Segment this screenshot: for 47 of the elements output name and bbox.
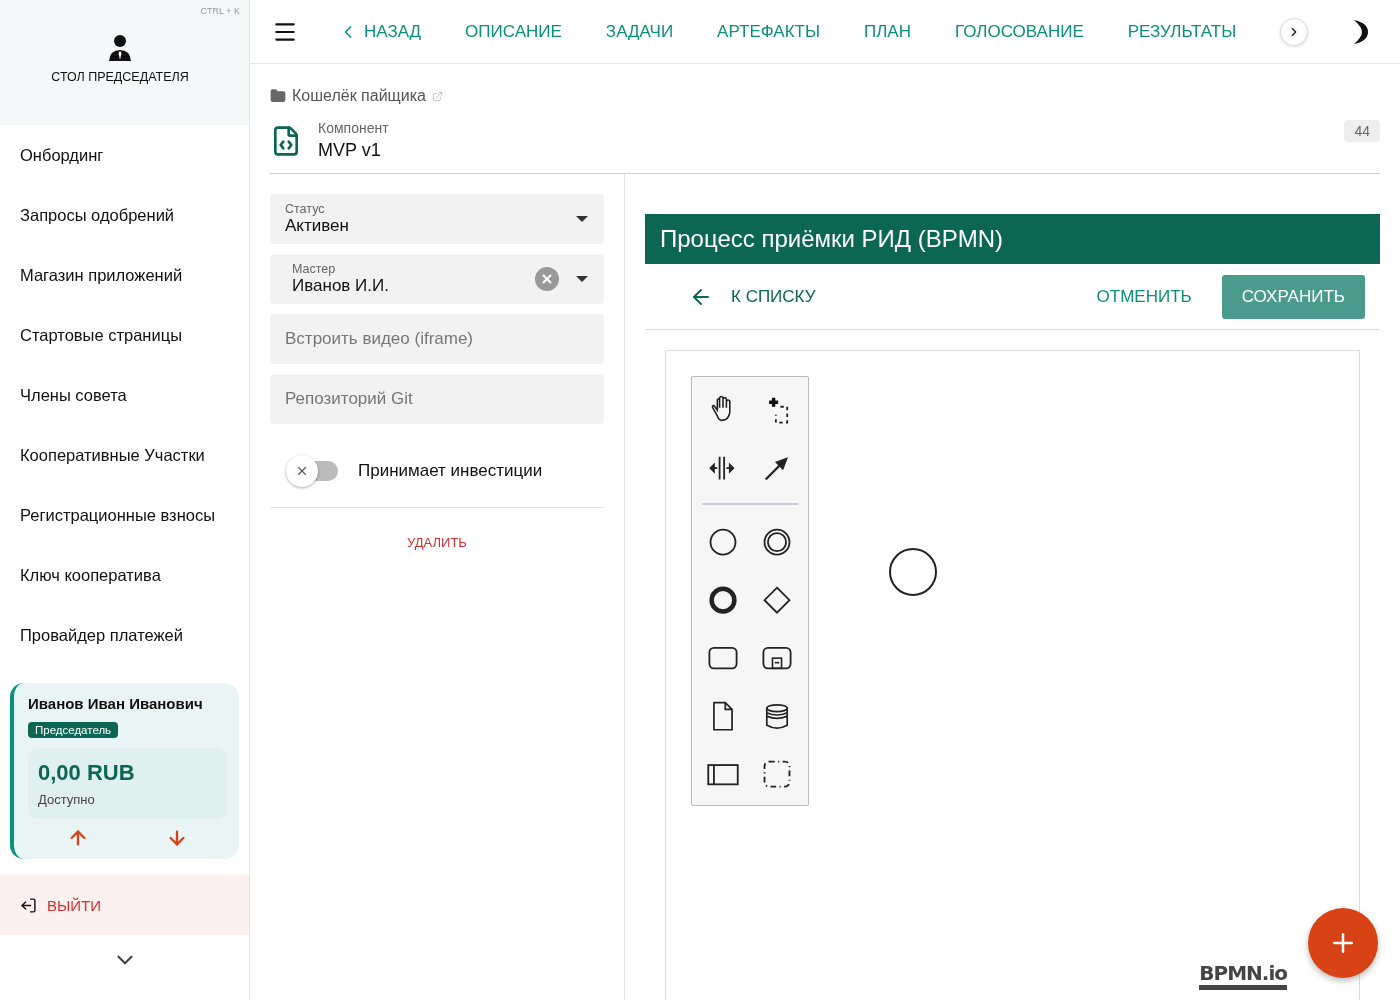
nav-item[interactable]: Онбординг [0, 125, 249, 185]
nav-item[interactable]: Регистрационные взносы [0, 485, 249, 545]
back-tab[interactable]: НАЗАД [316, 21, 444, 42]
count-badge: 44 [1344, 120, 1380, 142]
clear-icon[interactable] [535, 267, 559, 291]
logout-button[interactable]: ВЫЙТИ [0, 875, 249, 935]
shortcut-hint: CTRL + K [200, 6, 240, 16]
folder-icon [270, 88, 286, 104]
nav-item[interactable]: Кооперативные Участки [0, 425, 249, 485]
user-name: Иванов Иван Иванович [28, 695, 204, 712]
nav-item[interactable]: Стартовые страницы [0, 305, 249, 365]
toggle-switch[interactable] [286, 454, 340, 487]
nav-tab[interactable]: ГОЛОСОВАНИЕ [933, 21, 1106, 42]
toggle-label: Принимает инвестиции [358, 460, 543, 481]
nav-tab[interactable]: АРТЕФАКТЫ [695, 21, 842, 42]
nav-tab[interactable]: РЕЗУЛЬТАТЫ [1105, 21, 1259, 42]
nav-item[interactable]: Члены совета [0, 365, 249, 425]
breadcrumb: Кошелёк пайщика [292, 87, 426, 105]
nav-tab[interactable]: ЗАДАЧИ [583, 21, 696, 42]
select-field[interactable]: Статус Активен [270, 194, 604, 244]
balance-amount: 0,00 RUB [38, 760, 136, 786]
external-link-icon [431, 90, 443, 102]
input-field[interactable]: Репозиторий Git [270, 374, 604, 424]
component-title: MVP v1 [318, 140, 382, 161]
dropdown-caret-icon [575, 275, 589, 283]
back-to-list-button[interactable]: К СПИСКУ [683, 283, 822, 310]
cancel-button[interactable]: ОТМЕНИТЬ [1076, 276, 1212, 317]
nav-item[interactable]: Магазин приложений [0, 245, 249, 305]
start-event-circle [888, 547, 938, 597]
caption: Компонент [318, 120, 390, 136]
editor-title-bar: Процесс приёмки РИД (BPMN) [645, 214, 1380, 264]
role-tag: Председатель [28, 722, 119, 738]
balance-label: Доступно [38, 792, 96, 807]
dropdown-caret-icon [575, 215, 589, 223]
bpmn-logo: BPMN.io [1199, 961, 1287, 990]
nav-item[interactable]: Запросы одобрений [0, 185, 249, 245]
select-field[interactable]: Мастер Иванов И.И. [270, 254, 604, 304]
delete-button[interactable]: УДАЛИТЬ [401, 534, 473, 551]
sidebar-title: СТОЛ ПРЕДСЕДАТЕЛЯ [51, 70, 189, 84]
nav-tab[interactable]: ПЛАН [842, 21, 933, 42]
input-field[interactable]: Встроить видео (iframe) [270, 314, 604, 364]
user-suit-icon [108, 34, 132, 62]
logout-icon [20, 896, 37, 914]
nav-item[interactable]: Ключ кооператива [0, 545, 249, 605]
nav-item[interactable]: Провайдер платежей [0, 605, 249, 665]
add-fab[interactable] [1308, 908, 1378, 978]
nav-tab[interactable]: ОПИСАНИЕ [443, 21, 584, 42]
